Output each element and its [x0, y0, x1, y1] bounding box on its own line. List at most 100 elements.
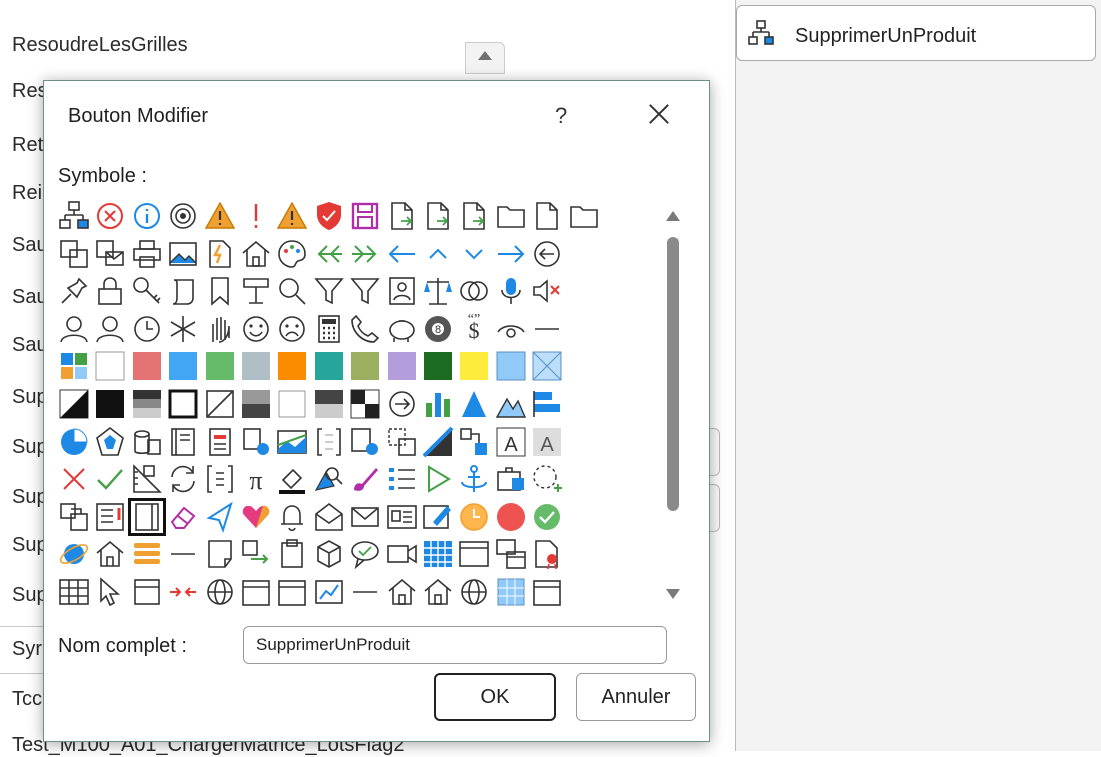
- dollar-quote-icon[interactable]: $ “”: [457, 312, 491, 346]
- filter-icon[interactable]: [348, 274, 382, 308]
- edit-card-icon[interactable]: [421, 500, 455, 534]
- anchor-icon[interactable]: [457, 462, 491, 496]
- white-swatch-icon[interactable]: [93, 349, 127, 383]
- bell-icon[interactable]: [275, 500, 309, 534]
- mute-icon[interactable]: [530, 274, 564, 308]
- doc-arrow-icon[interactable]: [385, 199, 419, 233]
- orange-clock-icon[interactable]: [457, 500, 491, 534]
- play-icon[interactable]: [421, 462, 455, 496]
- hand-icon[interactable]: [203, 312, 237, 346]
- clock-icon[interactable]: [130, 312, 164, 346]
- doc-icon[interactable]: [530, 199, 564, 233]
- house-outline-icon[interactable]: [93, 537, 127, 571]
- align-bars-icon[interactable]: [530, 387, 564, 421]
- exclamation-icon[interactable]: [239, 199, 273, 233]
- outline-box-icon[interactable]: [166, 387, 200, 421]
- heart-icon[interactable]: [239, 500, 273, 534]
- window-icon[interactable]: [457, 537, 491, 571]
- slash-box-icon[interactable]: [203, 387, 237, 421]
- eraser-icon[interactable]: [166, 500, 200, 534]
- pattern-swatch-icon[interactable]: [530, 349, 564, 383]
- piggy-icon[interactable]: [385, 312, 419, 346]
- podium-icon[interactable]: [239, 274, 273, 308]
- diagonal-fill-icon[interactable]: [57, 387, 91, 421]
- purple-swatch-icon[interactable]: [385, 349, 419, 383]
- mic-icon[interactable]: [494, 274, 528, 308]
- box-icon[interactable]: [275, 575, 309, 609]
- text-flow-icon[interactable]: [457, 425, 491, 459]
- circle-arrow-icon[interactable]: [385, 387, 419, 421]
- shield-icon[interactable]: [312, 199, 346, 233]
- pdf-icon[interactable]: [203, 237, 237, 271]
- text-a-gray-icon[interactable]: A: [530, 425, 564, 459]
- double-right-icon[interactable]: [348, 237, 382, 271]
- green-swatch-icon[interactable]: [203, 349, 237, 383]
- copy-alt-icon[interactable]: [57, 500, 91, 534]
- dash-icon[interactable]: [166, 537, 200, 571]
- globe-icon[interactable]: [457, 575, 491, 609]
- mail-doc-icon[interactable]: [93, 237, 127, 271]
- cancel-button[interactable]: Annuler: [576, 673, 696, 721]
- chevron-down-icon[interactable]: [457, 237, 491, 271]
- key-icon[interactable]: [130, 274, 164, 308]
- notebook-icon[interactable]: [127, 497, 166, 536]
- video-icon[interactable]: [385, 537, 419, 571]
- macro-button-item[interactable]: SupprimerUnProduit: [736, 5, 1096, 61]
- box-icon[interactable]: [239, 575, 273, 609]
- grid-icon[interactable]: [494, 575, 528, 609]
- doc-arrow-icon[interactable]: [421, 199, 455, 233]
- pie-icon[interactable]: [57, 425, 91, 459]
- eye-icon[interactable]: [494, 312, 528, 346]
- windows-icon[interactable]: [494, 537, 528, 571]
- bookmark-icon[interactable]: [203, 274, 237, 308]
- scroll-thumb[interactable]: [667, 237, 679, 511]
- home-icon[interactable]: [421, 575, 455, 609]
- dark-half-icon[interactable]: [312, 387, 346, 421]
- arrows-icon[interactable]: [166, 575, 200, 609]
- help-button[interactable]: ?: [555, 103, 567, 129]
- contact-icon[interactable]: [385, 274, 419, 308]
- yellow-swatch-icon[interactable]: [457, 349, 491, 383]
- brush-icon[interactable]: [348, 462, 382, 496]
- search-icon[interactable]: [275, 274, 309, 308]
- grid-small-icon[interactable]: [57, 575, 91, 609]
- scroll-down-icon[interactable]: [666, 589, 680, 599]
- red-circle-icon[interactable]: [494, 500, 528, 534]
- diagonal-flag-icon[interactable]: [421, 425, 455, 459]
- error-circle-icon[interactable]: [93, 199, 127, 233]
- warning-icon[interactable]: [275, 199, 309, 233]
- fields-icon[interactable]: [203, 462, 237, 496]
- home-icon[interactable]: [385, 575, 419, 609]
- list-icon[interactable]: [385, 462, 419, 496]
- phone-icon[interactable]: [348, 312, 382, 346]
- half-fill-icon[interactable]: [239, 387, 273, 421]
- folder-icon[interactable]: [567, 199, 601, 233]
- close-x-icon[interactable]: [57, 462, 91, 496]
- user-icon[interactable]: [57, 312, 91, 346]
- image-icon[interactable]: [275, 425, 309, 459]
- doc-arrow-icon[interactable]: [457, 199, 491, 233]
- note-icon[interactable]: [93, 500, 127, 534]
- checker-icon[interactable]: [348, 387, 382, 421]
- list-item[interactable]: Tcc: [12, 688, 42, 711]
- pink-swatch-icon[interactable]: [130, 349, 164, 383]
- home-icon[interactable]: [239, 237, 273, 271]
- clipboard-icon[interactable]: [275, 537, 309, 571]
- page-icon[interactable]: [203, 537, 237, 571]
- paint-icon[interactable]: [275, 462, 309, 496]
- minus-icon[interactable]: [348, 575, 382, 609]
- scroll-up-icon[interactable]: [666, 211, 680, 221]
- table-icon[interactable]: [421, 537, 455, 571]
- mountains-icon[interactable]: [494, 387, 528, 421]
- printer-icon[interactable]: [130, 237, 164, 271]
- double-left-icon[interactable]: [312, 237, 346, 271]
- globe-doc-icon[interactable]: [348, 425, 382, 459]
- chevron-up-icon[interactable]: [421, 237, 455, 271]
- teal-swatch-icon[interactable]: [312, 349, 346, 383]
- venn-icon[interactable]: [457, 274, 491, 308]
- chart-icon[interactable]: [312, 575, 346, 609]
- picture-icon[interactable]: [166, 237, 200, 271]
- card-icon[interactable]: [385, 500, 419, 534]
- smile-icon[interactable]: [239, 312, 273, 346]
- form-icon[interactable]: [203, 425, 237, 459]
